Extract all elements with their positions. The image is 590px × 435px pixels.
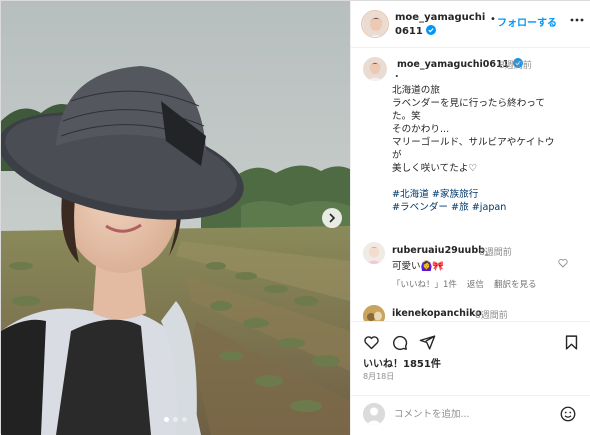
comment-timestamp[interactable]: 8週間前 <box>475 308 508 321</box>
caption-line: ・ <box>392 72 402 83</box>
comment-composer <box>351 395 590 435</box>
post-dialog: moe_yamaguchi0611 • フォローする moe_yamaguchi… <box>0 0 590 435</box>
caption-username-text[interactable]: moe_yamaguchi0611 <box>397 59 509 70</box>
commenter-avatar[interactable] <box>363 242 385 264</box>
post-header: moe_yamaguchi0611 • フォローする <box>351 1 590 48</box>
header-username[interactable]: moe_yamaguchi0611 <box>395 11 489 39</box>
translate-button[interactable]: 翻訳を見る <box>494 278 537 290</box>
caption-line: そのかわり... <box>392 124 450 135</box>
caption-line: 北海道の旅 <box>392 85 440 96</box>
comment-likes[interactable]: 「いいね！」1件 <box>392 278 457 290</box>
comment-username[interactable]: ruberuaiu29uubb_ <box>392 245 490 256</box>
bookmark-icon[interactable] <box>563 334 580 351</box>
comment-username[interactable]: ikenekopanchiko <box>392 308 482 319</box>
comment-timestamp[interactable]: 8週間前 <box>479 245 512 258</box>
comment-input[interactable] <box>394 406 544 422</box>
caption-line: マリーゴールド、サルビアやケイトウ <box>392 137 555 148</box>
paper-plane-icon[interactable] <box>419 334 436 351</box>
comment-icon[interactable] <box>391 334 408 351</box>
heart-icon[interactable] <box>557 257 569 269</box>
post-photo[interactable] <box>1 1 350 435</box>
avatar-image <box>363 242 385 264</box>
carousel-dot <box>182 417 187 422</box>
avatar-image <box>363 57 387 81</box>
reply-button[interactable]: 返信 <box>467 278 484 290</box>
caption-avatar[interactable] <box>363 57 387 81</box>
comments-list[interactable]: moe_yamaguchi0611 8週間前 ・ 北海道の旅 ラベンダーを見に行… <box>351 49 590 321</box>
caption-line: ラベンダーを見に行ったら終わって <box>392 98 546 109</box>
commenter-avatar[interactable] <box>363 305 385 321</box>
comment-meta: 「いいね！」1件 返信 翻訳を見る <box>392 278 536 290</box>
avatar-image <box>362 11 388 37</box>
follow-button[interactable]: フォローする <box>497 14 557 29</box>
caption-line: 美しく咲いてたよ♡ <box>392 163 478 174</box>
more-options-icon[interactable] <box>569 14 585 26</box>
caption-line: た。笑 <box>392 111 421 122</box>
like-count[interactable]: いいね！1851件 <box>363 355 441 370</box>
chevron-right-icon <box>329 213 336 223</box>
caption-timestamp[interactable]: 8週間前 <box>499 58 532 71</box>
header-separator: • <box>490 14 496 25</box>
next-image-button[interactable] <box>322 208 342 228</box>
carousel-indicator <box>1 417 350 422</box>
emoji-icon[interactable] <box>559 405 577 423</box>
header-username-text[interactable]: moe_yamaguchi0611 <box>395 12 485 37</box>
post-side-panel: moe_yamaguchi0611 • フォローする moe_yamaguchi… <box>350 1 590 435</box>
hashtag-line[interactable]: #ラベンダー #旅 #japan <box>392 201 588 214</box>
avatar[interactable] <box>361 10 389 38</box>
post-date[interactable]: 8月18日 <box>363 371 394 382</box>
carousel-dot <box>173 417 178 422</box>
heart-icon[interactable] <box>363 334 380 351</box>
current-user-avatar <box>363 403 385 425</box>
photo-illustration <box>1 1 350 435</box>
hashtag-line[interactable]: #北海道 #家族旅行 <box>392 188 588 201</box>
caption-line: が <box>392 150 402 161</box>
comment-text: 可愛い🙆‍♀️🎀 <box>392 261 445 272</box>
carousel-dot <box>164 417 169 422</box>
caption-text: ・ 北海道の旅 ラベンダーを見に行ったら終わって た。笑 そのかわり... マリ… <box>392 71 588 214</box>
default-avatar-icon <box>363 403 385 425</box>
verified-badge-icon <box>426 25 437 35</box>
avatar-image <box>363 305 385 321</box>
